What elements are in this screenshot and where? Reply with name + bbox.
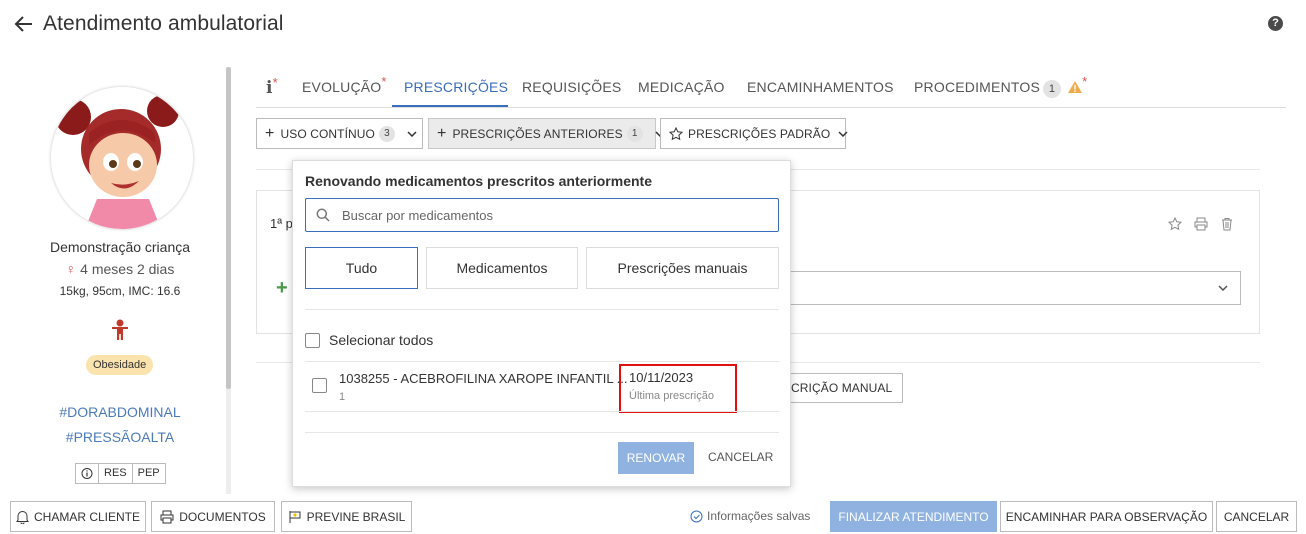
pep-button[interactable]: PEP <box>132 463 166 484</box>
patient-age: ♀ 4 meses 2 dias <box>0 261 240 277</box>
back-arrow-icon[interactable] <box>12 12 36 36</box>
flag-icon <box>288 510 302 524</box>
print-icon <box>160 510 174 524</box>
patient-avatar <box>51 87 193 229</box>
divider <box>305 309 779 310</box>
medication-search-field[interactable] <box>305 198 779 232</box>
left-panel-scrollbar[interactable] <box>226 67 231 389</box>
tab-procedimentos[interactable]: PROCEDIMENTOS 1 * <box>914 74 1087 98</box>
plus-icon: + <box>265 124 275 142</box>
prescription-card-label: 1ª p <box>270 216 293 231</box>
info-button[interactable] <box>75 463 99 484</box>
prescricoes-padrao-button[interactable]: PRESCRIÇÕES PADRÃO <box>660 118 848 149</box>
tag-dor-abdominal[interactable]: #DORABDOMINAL <box>0 404 240 420</box>
medication-search-input[interactable] <box>342 207 742 223</box>
star-icon[interactable] <box>1168 217 1182 231</box>
tab-medicacao[interactable]: MEDICAÇÃO <box>638 79 725 95</box>
help-icon[interactable]: ? <box>1268 16 1283 31</box>
previous-prescriptions-dropdown: Renovando medicamentos prescritos anteri… <box>292 160 791 487</box>
page-title: Atendimento ambulatorial <box>43 12 284 35</box>
saved-status: Informações salvas <box>690 509 810 523</box>
medication-name: 1038255 - ACEBROFILINA XAROPE INFANTIL .… <box>339 371 628 386</box>
active-tab-indicator <box>392 105 508 107</box>
date-highlight-box <box>619 364 737 413</box>
prescricoes-anteriores-button[interactable]: + PRESCRIÇÕES ANTERIORES 1 <box>428 118 665 149</box>
patient-quick-buttons: RES PEP <box>75 463 166 484</box>
child-figure-icon <box>110 319 130 341</box>
check-circle-icon <box>690 510 703 523</box>
patient-name: Demonstração criança <box>49 239 191 255</box>
plus-icon: + <box>437 124 447 142</box>
obesity-badge: Obesidade <box>86 355 154 375</box>
search-icon <box>316 208 330 222</box>
tab-requisicoes[interactable]: REQUISIÇÕES <box>522 79 621 95</box>
prescription-select[interactable] <box>780 271 1241 305</box>
previne-brasil-button[interactable]: PREVINE BRASIL <box>281 501 412 532</box>
tag-pressao-alta[interactable]: #PRESSÃOALTA <box>0 429 240 445</box>
left-panel-scroll-track <box>226 389 231 494</box>
medication-quantity: 1 <box>339 391 346 403</box>
select-all-checkbox[interactable] <box>305 333 320 348</box>
documentos-button[interactable]: DOCUMENTOS <box>151 501 275 532</box>
tab-prescricoes[interactable]: PRESCRIÇÕES <box>404 79 508 95</box>
patient-measurements: 15kg, 95cm, IMC: 16.6 <box>59 284 181 298</box>
encaminhar-observacao-button[interactable]: ENCAMINHAR PARA OBSERVAÇÃO <box>1000 501 1213 532</box>
dropdown-title: Renovando medicamentos prescritos anteri… <box>305 173 652 189</box>
uso-continuo-button[interactable]: + USO CONTÍNUO 3 <box>256 118 423 149</box>
tab-evolucao[interactable]: EVOLUÇÃO* <box>302 74 387 95</box>
renovar-button[interactable]: RENOVAR <box>618 442 694 474</box>
chevron-down-icon <box>838 130 848 137</box>
divider <box>305 411 779 412</box>
divider <box>305 432 779 433</box>
add-plus-icon[interactable]: + <box>276 277 288 300</box>
chamar-cliente-button[interactable]: CHAMAR CLIENTE <box>10 501 146 532</box>
female-icon: ♀ <box>65 261 77 277</box>
procedimentos-count: 1 <box>1043 80 1062 98</box>
bell-icon <box>16 510 29 524</box>
res-button[interactable]: RES <box>99 463 133 484</box>
trash-icon[interactable] <box>1220 217 1234 231</box>
tab-info[interactable]: i* <box>266 75 278 98</box>
print-icon[interactable] <box>1194 217 1208 231</box>
filter-prescricoes-manuais[interactable]: Prescrições manuais <box>586 247 779 289</box>
select-all-label[interactable]: Selecionar todos <box>329 332 433 348</box>
star-icon <box>669 126 683 141</box>
chevron-down-icon <box>1218 285 1228 291</box>
main-tabs: i* EVOLUÇÃO* PRESCRIÇÕES REQUISIÇÕES MED… <box>256 70 1286 108</box>
tab-encaminhamentos[interactable]: ENCAMINHAMENTOS <box>747 79 894 95</box>
filter-tudo[interactable]: Tudo <box>305 247 418 289</box>
finalizar-atendimento-button[interactable]: FINALIZAR ATENDIMENTO <box>830 501 997 532</box>
divider <box>305 361 779 362</box>
dropdown-cancel-button[interactable]: CANCELAR <box>708 450 773 464</box>
warning-icon <box>1068 81 1083 93</box>
chevron-down-icon <box>407 130 417 137</box>
patient-age-text: 4 meses 2 dias <box>80 261 175 277</box>
filter-medicamentos[interactable]: Medicamentos <box>426 247 578 289</box>
cancelar-button[interactable]: CANCELAR <box>1216 501 1297 532</box>
prescription-card-actions <box>1168 217 1234 231</box>
item-checkbox[interactable] <box>312 378 327 393</box>
